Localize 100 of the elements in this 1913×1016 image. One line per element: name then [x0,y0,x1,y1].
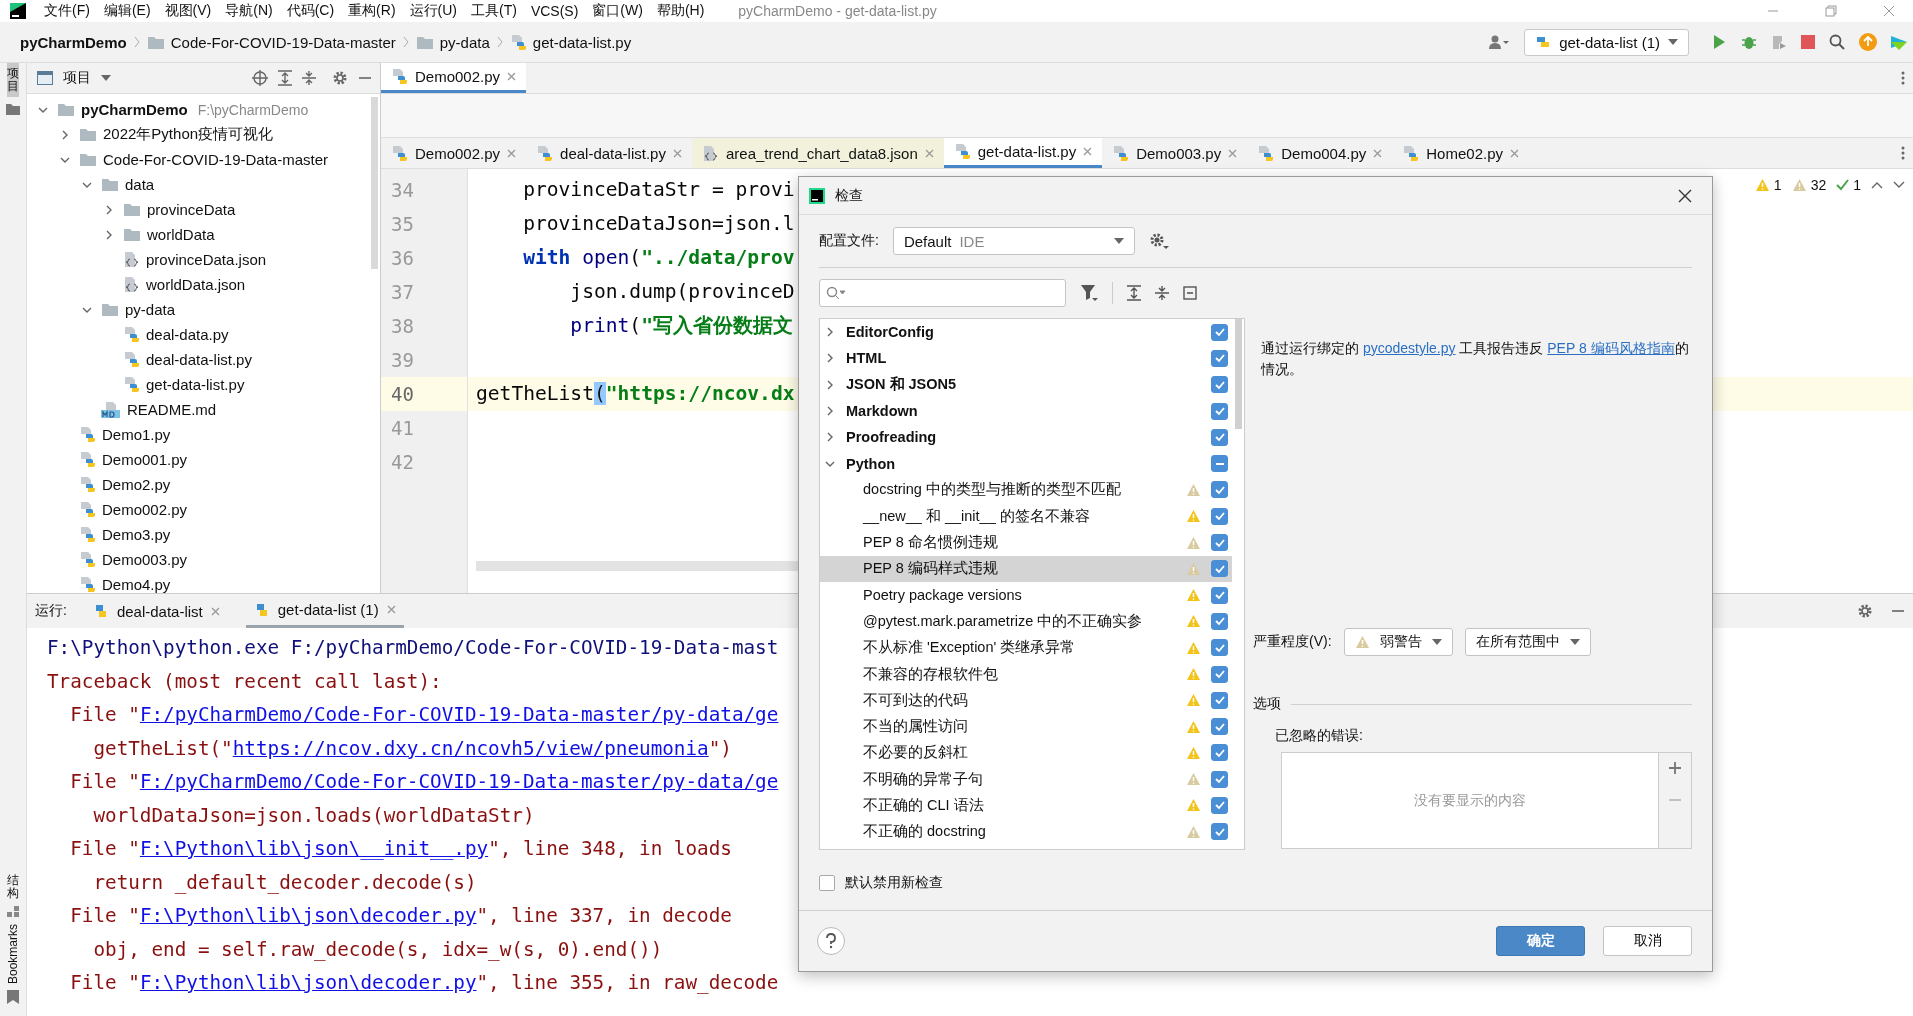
more-icon[interactable] [1901,71,1905,85]
file-link[interactable]: F:/pyCharmDemo/Code-For-COVID-19-Data-master/py-data/ge [139,703,779,726]
menu-item[interactable]: 文件(F) [44,2,90,20]
checkbox[interactable] [1211,560,1228,578]
editor-tab[interactable]: Home02.py [1392,138,1529,168]
file-link[interactable]: F:/pyCharmDemo/Code-For-COVID-19-Data-master/py-data/ge [139,770,779,793]
tree-item[interactable]: deal-data-list.py [27,347,380,372]
collapse-icon[interactable] [1183,286,1197,300]
inspection-item[interactable]: @pytest.mark.parametrize 中的不正确实参 [820,608,1232,635]
file-link[interactable]: F:\Python\lib\json\decoder.py [139,904,477,927]
checkbox[interactable] [1211,718,1228,736]
inspection-item[interactable]: Poetry package versions [820,581,1232,609]
tree-item[interactable]: py-data [27,297,380,322]
breadcrumb-item[interactable]: Code-For-COVID-19-Data-master [170,33,396,51]
inspection-item[interactable]: __new__ 和 __init__ 的签名不兼容 [820,503,1232,530]
inspection-category[interactable]: Python [820,450,1232,477]
run-tab[interactable]: deal-data-list [84,594,228,628]
inspection-category[interactable]: JSON 和 JSON5 [820,371,1232,398]
checkmark-icon[interactable] [1836,179,1850,191]
caret-icon[interactable] [101,75,111,81]
menu-item[interactable]: 工具(T) [471,2,517,20]
chevron-down-icon[interactable] [1893,181,1905,189]
editor-tab[interactable]: area_trend_chart_data8.json [691,138,944,168]
cancel-button[interactable]: 取消 [1603,926,1692,956]
inspection-item[interactable]: 不正确的 docstring [820,818,1232,845]
menu-item[interactable]: VCS(S) [530,3,579,19]
profile-dropdown[interactable]: Default IDE [892,227,1135,255]
tree-item[interactable]: Demo001.py [27,447,380,472]
tree-item[interactable]: Demo2.py [27,472,380,497]
file-link[interactable]: F:\Python\lib\json\__init__.py [139,837,489,860]
collapse-all-icon[interactable] [302,70,316,86]
menu-item[interactable]: 帮助(H) [656,2,705,20]
inspection-category[interactable]: Proofreading [820,424,1232,451]
menu-item[interactable]: 视图(V) [164,2,212,20]
settings-icon[interactable] [332,70,348,86]
checkbox-label[interactable]: 默认禁用新检查 [845,874,943,892]
tool-window-tab[interactable]: 项目 [7,63,19,98]
checkbox[interactable] [1211,349,1228,367]
checkbox[interactable] [1211,770,1228,788]
run-icon[interactable] [1711,34,1727,50]
checkbox[interactable] [1211,586,1228,604]
inspection-category[interactable]: HTML [820,345,1232,372]
help-button[interactable] [817,927,845,955]
panel-title[interactable]: 项目 [63,69,91,87]
expand-all-icon[interactable] [1127,285,1141,301]
checkbox[interactable] [1211,612,1228,630]
scrollbar-thumb[interactable] [371,97,378,269]
gradient-logo-icon[interactable] [1891,34,1907,50]
tree-item[interactable]: Code-For-COVID-19-Data-master [27,147,380,172]
inspection-item[interactable]: 不可到达的代码 [820,687,1232,714]
inspection-item[interactable]: 不明确的异常子句 [820,766,1232,793]
checkbox[interactable] [1211,534,1228,551]
checkbox[interactable] [1211,823,1228,841]
ok-button[interactable]: 确定 [1496,926,1585,956]
tree-item[interactable]: 2022年Python疫情可视化 [27,122,380,147]
breadcrumb-item[interactable]: get-data-list.py [532,33,632,51]
inspection-item[interactable]: 不从标准 'Exception' 类继承异常 [820,634,1232,661]
inspection-item[interactable]: docstring 中的类型与推断的类型不匹配 [820,476,1232,504]
problem-count[interactable]: 1 [1853,177,1861,193]
inspection-item[interactable]: 不必要的反斜杠 [820,739,1232,767]
inspection-category[interactable]: Markdown [820,397,1232,425]
run-config-dropdown[interactable]: get-data-list (1) [1524,28,1689,56]
doc-link[interactable]: PEP 8 编码风格指南 [1547,340,1675,356]
tree-item[interactable]: provinceData.json [27,247,380,272]
menu-item[interactable]: 窗口(W) [592,2,643,20]
editor-tab[interactable]: Demo004.py [1247,138,1393,168]
more-icon[interactable] [1901,146,1905,160]
search-field[interactable] [819,279,1066,307]
settings-icon[interactable] [1857,603,1873,619]
coverage-icon[interactable] [1771,34,1787,50]
editor-tab[interactable]: deal-data-list.py [526,138,692,168]
tree-item[interactable]: worldData.json [27,272,380,297]
checkbox[interactable] [1211,481,1228,499]
update-icon[interactable] [1859,33,1877,51]
tree-item[interactable]: worldData [27,222,380,247]
expand-all-icon[interactable] [278,70,292,86]
checkbox[interactable] [1211,797,1228,814]
bookmark-icon[interactable] [7,990,19,1004]
tool-window-tab[interactable]: Bookmarks [6,923,20,984]
inspection-item[interactable]: 不正确的 CLI 语法 [820,792,1232,819]
breadcrumb-item[interactable]: pyCharmDemo [20,33,127,51]
editor-tab[interactable]: Demo002.py [381,138,527,168]
user-icon[interactable] [1488,34,1511,50]
search-icon[interactable] [1829,34,1845,50]
inspection-category[interactable]: EditorConfig [820,319,1232,346]
inspection-item[interactable]: PEP 8 编码样式违规 [820,555,1232,582]
tool-window-tab[interactable]: 结构 [7,873,19,900]
checkbox[interactable] [1211,455,1228,473]
checkbox[interactable] [1211,402,1228,420]
checkbox[interactable] [1211,507,1228,525]
scrollbar-thumb[interactable] [1235,319,1242,429]
tree-item[interactable]: Demo3.py [27,522,380,547]
locate-icon[interactable] [252,70,268,86]
editor-tab[interactable]: Demo003.py [1102,138,1248,168]
tree-item[interactable]: Demo003.py [27,547,380,572]
tree-item[interactable]: data [27,172,380,197]
checkbox[interactable] [1211,665,1228,683]
folder-icon[interactable] [6,103,20,116]
checkbox[interactable] [819,875,835,891]
menu-item[interactable]: 编辑(E) [103,2,151,20]
